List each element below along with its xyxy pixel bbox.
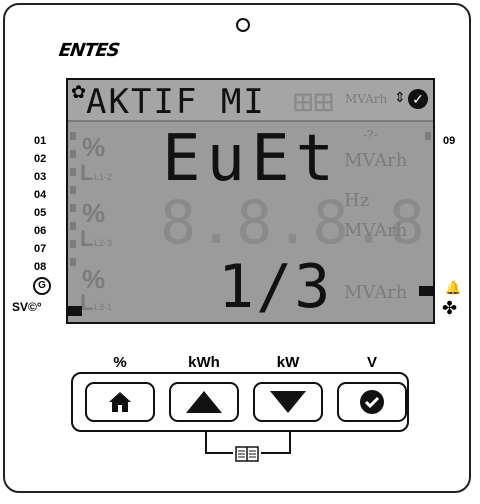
updown-icon: ⇕ [394, 89, 406, 105]
settings-icon: ✿ [71, 82, 87, 102]
lcd-indicator-left [68, 306, 82, 316]
left-tick [70, 150, 76, 158]
lcd-top-row: ✿ AKTIF MI ⊞⊞ MVArh ⇕ ✓ [68, 80, 433, 122]
home-button[interactable] [85, 382, 155, 422]
indicator-09: 09 [443, 135, 456, 147]
fan-icon: ✤ [442, 298, 458, 318]
down-button[interactable] [253, 382, 323, 422]
indicator-04: 04 [34, 189, 47, 201]
left-tick [70, 186, 76, 194]
phase-row1: L [80, 160, 94, 185]
lcd-display: ✿ AKTIF MI ⊞⊞ MVArh ⇕ ✓ % L L1-2 EuEt -?… [66, 78, 435, 324]
lcd-row2-hz: Hz [344, 190, 370, 211]
left-tick [70, 204, 76, 212]
up-button[interactable] [169, 382, 239, 422]
arrow-down-icon [270, 391, 306, 413]
check-circle-icon: ✓ [408, 89, 428, 109]
enter-button[interactable] [337, 382, 407, 422]
lcd-row1-unit: MVArh [344, 150, 408, 171]
phase-row3-label: L3-1 [94, 302, 113, 312]
left-tick [70, 168, 76, 176]
left-tick [70, 132, 76, 140]
left-tick [70, 258, 76, 266]
indicator-03: 03 [34, 171, 47, 183]
button-label-2: kWh [188, 354, 220, 371]
lcd-top-text: AKTIF MI [86, 82, 266, 122]
indicator-05: 05 [34, 207, 47, 219]
phase-row2-label: L2-3 [94, 238, 113, 248]
brand-logo: ENTES [57, 40, 121, 61]
lcd-symbols: -?- [363, 128, 378, 142]
generator-icon: G [33, 277, 51, 295]
button-label-4: V [366, 354, 377, 371]
alarm-icon: 🔔 [445, 280, 462, 295]
pct-row2: % [82, 198, 106, 228]
lcd-row1-text: EuEt [162, 122, 341, 196]
button-label-3: kW [276, 354, 300, 371]
indicator-08: 08 [34, 261, 47, 273]
indicator-01: 01 [34, 135, 47, 147]
svc-label: SV©° [12, 300, 42, 314]
check-icon [360, 390, 384, 414]
mounting-hole [236, 18, 250, 32]
home-icon [109, 392, 131, 412]
indicator-06: 06 [34, 225, 47, 237]
lcd-row3-text: 1/3 [218, 252, 333, 322]
phase-row3: L [80, 290, 94, 315]
left-tick [70, 240, 76, 248]
phase-row1-label: L1-2 [94, 172, 113, 182]
lcd-top-unit: MVArh [345, 92, 388, 106]
book-icon [233, 445, 261, 463]
phase-row2: L [80, 226, 94, 251]
indicator-07: 07 [34, 243, 47, 255]
lcd-row2-unit: MVArh [344, 220, 408, 241]
pct-row1: % [82, 132, 106, 162]
lcd-row3-unit: MVArh [344, 282, 408, 303]
left-tick [70, 222, 76, 230]
lcd-indicator-right [419, 286, 433, 296]
indicator-02: 02 [34, 153, 47, 165]
right-tick [425, 132, 431, 140]
arrow-up-icon [186, 391, 222, 413]
button-label-1: % [113, 354, 127, 371]
lcd-top-ghost: ⊞⊞ [293, 82, 334, 122]
